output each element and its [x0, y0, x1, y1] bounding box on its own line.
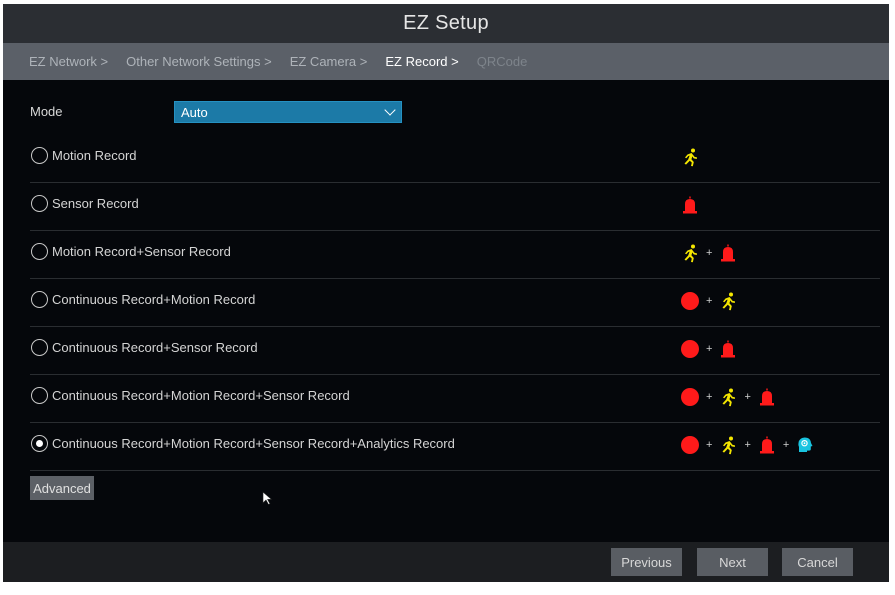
- radio-button[interactable]: [31, 147, 48, 164]
- plus-sign: +: [706, 247, 713, 259]
- cancel-button[interactable]: Cancel: [782, 548, 853, 576]
- plus-sign: +: [706, 391, 713, 403]
- sensor-alarm-icon: [721, 340, 736, 358]
- radio-button[interactable]: [31, 387, 48, 404]
- plus-sign: +: [706, 439, 713, 451]
- record-mode-icons: +: [680, 289, 738, 313]
- continuous-record-icon: [681, 388, 699, 406]
- record-mode-icons: + + +: [680, 433, 815, 457]
- breadcrumb-other-network-settings[interactable]: Other Network Settings >: [126, 54, 272, 69]
- record-mode-icons: + +: [680, 385, 777, 409]
- sensor-alarm-icon: [683, 196, 697, 214]
- record-mode-option[interactable]: Continuous Record+Motion Record+Sensor R…: [30, 423, 880, 471]
- motion-icon: [684, 148, 697, 167]
- plus-sign: +: [744, 391, 751, 403]
- breadcrumb-ez-record[interactable]: EZ Record >: [385, 54, 458, 69]
- analytics-icon: [798, 437, 813, 452]
- continuous-record-icon: [681, 340, 699, 358]
- continuous-record-icon: [681, 436, 699, 454]
- breadcrumb: EZ Network > Other Network Settings > EZ…: [3, 43, 889, 80]
- record-mode-option[interactable]: Continuous Record+Motion Record+Sensor R…: [30, 375, 880, 423]
- record-mode-option-label: Motion Record: [52, 148, 137, 163]
- mode-label: Mode: [30, 104, 63, 119]
- motion-icon: [722, 436, 736, 455]
- motion-icon: [722, 292, 736, 311]
- record-mode-option[interactable]: Continuous Record+Motion Record +: [30, 279, 880, 327]
- radio-button[interactable]: [31, 291, 48, 308]
- sensor-alarm-icon: [759, 388, 774, 406]
- sensor-alarm-icon: [759, 436, 774, 454]
- continuous-record-icon: [681, 292, 699, 310]
- radio-button[interactable]: [31, 435, 48, 452]
- mode-select-value: Auto: [181, 105, 208, 120]
- plus-sign: +: [744, 439, 751, 451]
- breadcrumb-ez-camera[interactable]: EZ Camera >: [290, 54, 368, 69]
- mouse-cursor-icon: [262, 491, 273, 505]
- footer-bar: Previous Next Cancel: [3, 542, 889, 582]
- record-mode-option[interactable]: Sensor Record: [30, 183, 880, 231]
- record-mode-option[interactable]: Motion Record: [30, 135, 880, 183]
- sensor-alarm-icon: [721, 244, 736, 262]
- breadcrumb-qrcode: QRCode: [476, 54, 528, 69]
- mode-row: Mode Auto: [30, 101, 410, 123]
- motion-icon: [722, 388, 736, 407]
- record-mode-option[interactable]: Continuous Record+Sensor Record +: [30, 327, 880, 375]
- radio-button[interactable]: [31, 195, 48, 212]
- ez-setup-window: EZ Setup EZ Network > Other Network Sett…: [3, 4, 889, 582]
- advanced-button[interactable]: Advanced: [30, 476, 94, 500]
- record-mode-icons: [680, 145, 700, 169]
- next-button[interactable]: Next: [697, 548, 768, 576]
- plus-sign: +: [706, 343, 713, 355]
- record-mode-option-label: Continuous Record+Motion Record+Sensor R…: [52, 388, 350, 403]
- radio-button[interactable]: [31, 339, 48, 356]
- record-mode-option-label: Continuous Record+Motion Record: [52, 292, 256, 307]
- record-mode-option-label: Sensor Record: [52, 196, 139, 211]
- chevron-down-icon: [384, 104, 396, 116]
- plus-sign: +: [782, 439, 790, 451]
- radio-button[interactable]: [31, 243, 48, 260]
- record-mode-icons: +: [680, 337, 738, 361]
- record-mode-option-label: Continuous Record+Sensor Record: [52, 340, 258, 355]
- record-mode-option-label: Continuous Record+Motion Record+Sensor R…: [52, 436, 455, 451]
- previous-button[interactable]: Previous: [611, 548, 682, 576]
- breadcrumb-ez-network[interactable]: EZ Network >: [29, 54, 108, 69]
- mode-select[interactable]: Auto: [174, 101, 402, 123]
- window-title: EZ Setup: [3, 4, 889, 43]
- record-mode-option[interactable]: Motion Record+Sensor Record +: [30, 231, 880, 279]
- record-mode-option-label: Motion Record+Sensor Record: [52, 244, 231, 259]
- record-mode-options: Motion Record Sensor Record Motion Record+…: [30, 135, 880, 471]
- record-mode-icons: +: [680, 241, 738, 265]
- motion-icon: [684, 244, 697, 263]
- record-mode-icons: [680, 193, 700, 217]
- plus-sign: +: [706, 295, 713, 307]
